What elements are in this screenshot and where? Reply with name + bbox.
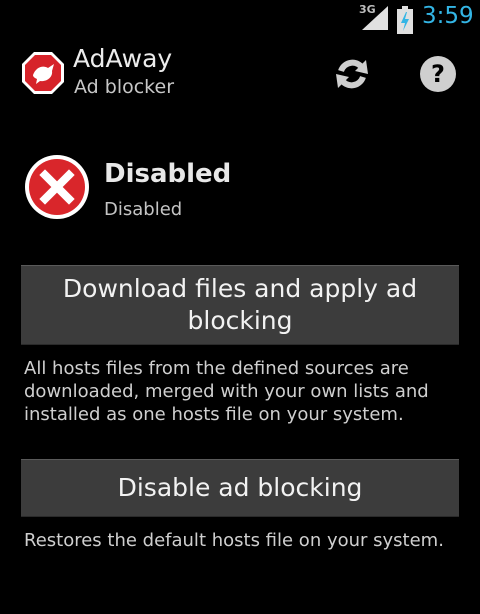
disabled-x-icon <box>25 155 89 219</box>
svg-text:?: ? <box>431 60 445 88</box>
action-bar: AdAway Ad blocker ? <box>0 38 480 110</box>
download-apply-button-label: Download files and apply ad blocking <box>62 274 418 335</box>
download-apply-button[interactable]: Download files and apply ad blocking <box>21 265 459 345</box>
help-icon: ? <box>420 56 456 92</box>
status-subtitle: Disabled <box>104 199 183 220</box>
refresh-icon <box>336 59 368 89</box>
status-title: Disabled <box>104 159 232 189</box>
battery-charging-icon <box>397 6 413 34</box>
disable-ad-blocking-button-label: Disable ad blocking <box>117 473 363 502</box>
disable-ad-blocking-button[interactable]: Disable ad blocking <box>21 459 459 517</box>
adaway-logo-icon <box>22 52 64 94</box>
status-bar: 3G 3:59 <box>0 0 480 38</box>
app-subtitle: Ad blocker <box>74 76 175 98</box>
download-description: All hosts files from the defined sources… <box>24 358 429 425</box>
clock: 3:59 <box>422 3 474 29</box>
disable-description: Restores the default hosts file on your … <box>24 530 444 551</box>
help-button[interactable]: ? <box>414 52 462 96</box>
app-title: AdAway <box>73 44 173 73</box>
signal-icon <box>362 6 388 30</box>
refresh-button[interactable] <box>328 52 376 96</box>
